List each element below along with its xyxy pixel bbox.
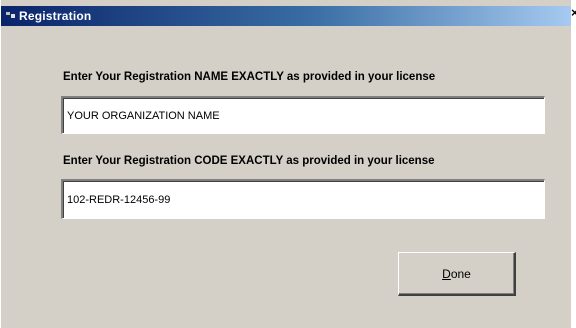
window-title: Registration	[19, 9, 92, 23]
title-bar[interactable]: Registration	[1, 6, 571, 26]
registration-code-field[interactable]	[61, 179, 545, 219]
app-icon	[6, 10, 16, 22]
registration-name-field[interactable]	[61, 96, 545, 134]
registration-dialog: Registration Enter Your Registration NAM…	[0, 0, 571, 328]
done-button[interactable]: Done	[398, 252, 516, 296]
done-button-label: Done	[442, 266, 471, 281]
close-icon[interactable]: ×	[571, 3, 576, 23]
registration-name-label: Enter Your Registration NAME EXACTLY as …	[63, 71, 436, 83]
registration-code-label: Enter Your Registration CODE EXACTLY as …	[63, 155, 435, 167]
